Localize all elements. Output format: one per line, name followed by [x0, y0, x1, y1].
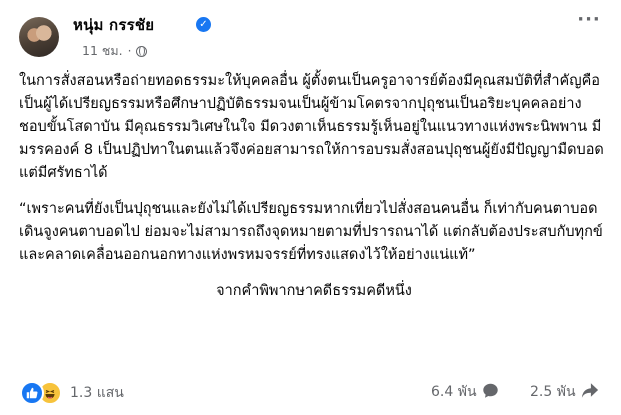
comment-icon [482, 382, 499, 403]
author-name[interactable]: หนุ่ม กรรชัย [73, 13, 154, 37]
shares-count[interactable]: 2.5 พัน [530, 381, 576, 403]
facebook-post: หนุ่ม กรรชัย ✓ 11 ชม. · ··· ในการสั่งสอน… [0, 0, 621, 415]
post-time[interactable]: 11 ชม. [82, 41, 123, 61]
shares-stat[interactable]: 2.5 พัน [530, 381, 599, 403]
verified-badge-icon: ✓ [196, 17, 211, 32]
author-avatar[interactable] [19, 17, 59, 57]
reaction-count[interactable]: 1.3 แสน [70, 382, 124, 404]
share-icon [581, 382, 599, 403]
post-paragraph-1: ในการสั่งสอนหรือถ่ายทอดธรรมะให้บุคคลอื่น… [19, 73, 604, 181]
post-body: ในการสั่งสอนหรือถ่ายทอดธรรมะให้บุคคลอื่น… [19, 70, 609, 303]
like-reaction-icon [20, 381, 44, 405]
post-paragraph-source: จากคำพิพากษาคดีธรรมคดีหนึ่ง [216, 283, 412, 299]
meta-separator: · [127, 44, 132, 58]
post-paragraph-quote: “เพราะคนที่ยังเป็นปุถุชนและยังไม่ได้เปรี… [19, 201, 603, 263]
post-meta: 11 ชม. · [82, 41, 148, 61]
more-options-icon[interactable]: ··· [574, 11, 604, 36]
globe-icon[interactable] [136, 45, 148, 57]
comments-count[interactable]: 6.4 พัน [431, 381, 477, 403]
reactions-summary[interactable]: 1.3 แสน [20, 381, 124, 405]
comments-stat[interactable]: 6.4 พัน [431, 381, 499, 403]
